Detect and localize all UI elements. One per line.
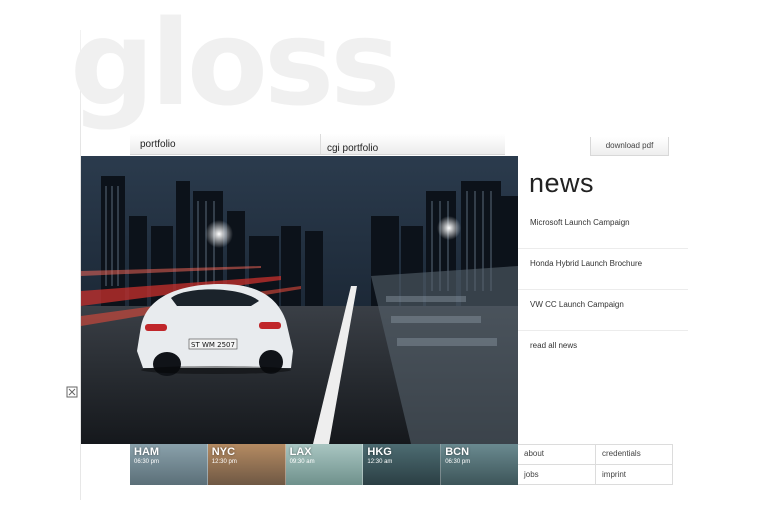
hero-image[interactable]: ST WM 2507	[81, 156, 518, 444]
city-time: 09:30 am	[289, 459, 315, 465]
footer-links: about credentials jobs imprint	[518, 444, 673, 485]
credentials-link[interactable]: credentials	[596, 444, 673, 464]
news-item[interactable]: Honda Hybrid Launch Brochure	[530, 259, 642, 268]
city-time: 12:30 am	[367, 459, 393, 465]
city-time: 12:30 pm	[211, 459, 237, 465]
city-name: NYC	[211, 446, 236, 458]
imprint-link[interactable]: imprint	[596, 465, 673, 485]
news-divider	[518, 289, 688, 290]
news-item[interactable]: Microsoft Launch Campaign	[530, 218, 630, 227]
city-bcn[interactable]: BCN 06:30 pm	[441, 444, 518, 485]
nav-portfolio[interactable]: portfolio	[140, 134, 176, 154]
city-time: 06:30 pm	[134, 459, 160, 465]
city-time: 06:30 pm	[445, 459, 471, 465]
news-divider	[518, 330, 688, 331]
news-item[interactable]: VW CC Launch Campaign	[530, 300, 624, 309]
expand-icon[interactable]	[66, 385, 78, 398]
news-divider	[518, 248, 688, 249]
city-ham[interactable]: HAM 06:30 pm	[130, 444, 208, 485]
download-pdf-button[interactable]: download pdf	[590, 137, 669, 156]
city-name: HKG	[367, 446, 392, 458]
svg-text:ST WM 2507: ST WM 2507	[191, 341, 235, 349]
city-night-car-photo: ST WM 2507	[81, 156, 518, 444]
read-all-news-link[interactable]: read all news	[530, 341, 577, 350]
nav-cgi-portfolio[interactable]: cgi portfolio	[327, 138, 378, 158]
city-lax[interactable]: LAX 09:30 am	[285, 444, 364, 485]
nav-divider	[320, 134, 321, 154]
city-name: HAM	[134, 446, 160, 458]
city-hkg[interactable]: HKG 12:30 am	[363, 444, 442, 485]
about-link[interactable]: about	[518, 444, 595, 464]
city-name: BCN	[445, 446, 470, 458]
city-nyc[interactable]: NYC 12:30 pm	[207, 444, 286, 485]
news-heading: news	[529, 168, 595, 198]
jobs-link[interactable]: jobs	[518, 465, 595, 485]
main-nav: portfolio cgi portfolio	[130, 134, 505, 155]
world-clock-strip: HAM 06:30 pm NYC 12:30 pm LAX 09:30 am H…	[130, 444, 518, 485]
gloss-logo: gloss	[70, 0, 400, 132]
city-name: LAX	[289, 446, 312, 458]
